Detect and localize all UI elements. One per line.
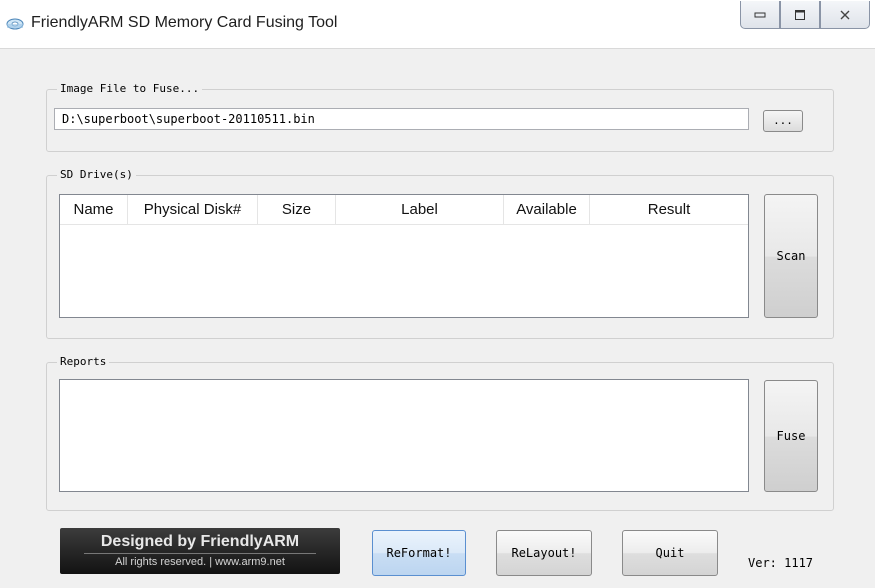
quit-button[interactable]: Quit	[622, 530, 718, 576]
minimize-button[interactable]	[740, 1, 780, 29]
maximize-icon	[795, 9, 805, 20]
title-divider	[0, 48, 875, 49]
image-file-group-label: Image File to Fuse...	[57, 82, 203, 95]
column-header-physical-disk[interactable]: Physical Disk#	[128, 195, 258, 224]
logo-title: Designed by FriendlyARM	[100, 533, 300, 550]
friendlyarm-logo: Designed by FriendlyARM All rights reser…	[60, 528, 340, 574]
app-window: FriendlyARM SD Memory Card Fusing Tool I…	[0, 0, 875, 588]
window-title: FriendlyARM SD Memory Card Fusing Tool	[31, 14, 338, 31]
close-button[interactable]	[820, 1, 870, 29]
version-label: Ver: 1117	[748, 556, 814, 570]
column-header-label[interactable]: Label	[336, 195, 504, 224]
caption-buttons	[740, 1, 872, 31]
title-bar[interactable]: FriendlyARM SD Memory Card Fusing Tool	[0, 0, 875, 48]
sd-drives-group-label: SD Drive(s)	[57, 168, 136, 181]
list-header: Name Physical Disk# Size Label Available…	[60, 195, 748, 225]
logo-divider	[84, 553, 316, 554]
reports-textbox[interactable]	[59, 379, 749, 492]
app-icon	[6, 18, 24, 30]
close-icon	[840, 10, 850, 19]
column-header-result[interactable]: Result	[590, 195, 748, 224]
column-header-available[interactable]: Available	[504, 195, 590, 224]
reformat-button[interactable]: ReFormat!	[372, 530, 466, 576]
relayout-button[interactable]: ReLayout!	[496, 530, 592, 576]
maximize-button[interactable]	[780, 1, 820, 29]
browse-button[interactable]: ...	[763, 110, 803, 132]
image-path-input[interactable]: D:\superboot\superboot-20110511.bin	[54, 108, 749, 130]
minimize-icon	[754, 12, 766, 17]
column-header-name[interactable]: Name	[60, 195, 128, 224]
column-header-size[interactable]: Size	[258, 195, 336, 224]
logo-subtitle: All rights reserved. | www.arm9.net	[115, 556, 285, 568]
scan-button[interactable]: Scan	[764, 194, 818, 318]
sd-drives-list[interactable]: Name Physical Disk# Size Label Available…	[59, 194, 749, 318]
reports-group-label: Reports	[57, 355, 110, 368]
fuse-button[interactable]: Fuse	[764, 380, 818, 492]
